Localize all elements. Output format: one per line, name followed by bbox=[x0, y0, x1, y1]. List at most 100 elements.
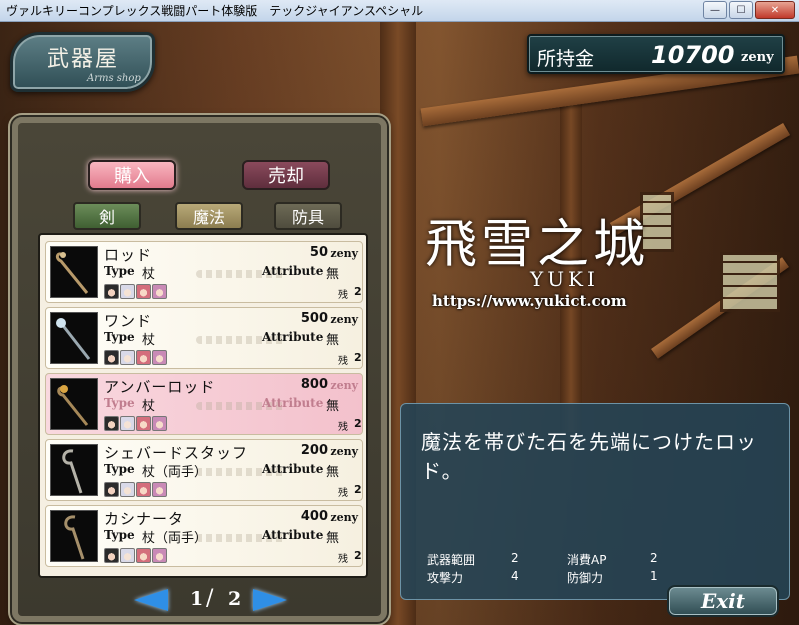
character-portrait-icon bbox=[152, 548, 167, 563]
item-list: ロッド 50 zeny Type 杖 Attribute 無 残 2 ワンド 5… bbox=[38, 233, 368, 578]
item-row[interactable]: カシナータ 400 zeny Type 杖（両手） Attribute 無 残 … bbox=[45, 505, 363, 567]
category-armor-tab[interactable]: 防具 bbox=[274, 202, 342, 230]
item-type-value: 杖 bbox=[142, 399, 156, 414]
watermark-yuki: YUKI bbox=[530, 267, 599, 291]
character-portrait-icon bbox=[136, 548, 151, 563]
money-unit: zeny bbox=[741, 50, 774, 65]
item-row[interactable]: ロッド 50 zeny Type 杖 Attribute 無 残 2 bbox=[45, 241, 363, 303]
equippable-characters bbox=[104, 416, 167, 431]
character-portrait-icon bbox=[152, 350, 167, 365]
character-portrait-icon bbox=[104, 416, 119, 431]
item-price-unit: zeny bbox=[330, 445, 358, 458]
game-scene: 武器屋 Arms shop 所持金 10700 zeny 購入 売却 剣 魔法 … bbox=[0, 22, 799, 625]
close-button[interactable]: ✕ bbox=[755, 1, 795, 19]
buy-tab[interactable]: 購入 bbox=[88, 160, 176, 190]
equippable-characters bbox=[104, 548, 167, 563]
item-attribute-value: 無 bbox=[326, 333, 340, 348]
character-portrait-icon bbox=[104, 284, 119, 299]
item-attribute-label: Attribute bbox=[262, 396, 324, 410]
equippable-characters bbox=[104, 482, 167, 497]
kashinata-staff-icon bbox=[50, 510, 98, 562]
item-type-label: Type bbox=[104, 528, 135, 542]
character-portrait-icon bbox=[152, 482, 167, 497]
item-row[interactable]: シェバードスタッフ 200 zeny Type 杖（両手） Attribute … bbox=[45, 439, 363, 501]
category-magic-tab[interactable]: 魔法 bbox=[175, 202, 243, 230]
next-page-arrow-icon[interactable] bbox=[253, 589, 287, 611]
stat-range-label: 武器範囲 bbox=[427, 553, 476, 567]
item-price-unit: zeny bbox=[330, 313, 358, 326]
item-name: カシナータ bbox=[104, 510, 185, 528]
window-controls: — ☐ ✕ bbox=[703, 1, 795, 19]
minimize-button[interactable]: — bbox=[703, 1, 727, 19]
item-description-text: 魔法を帯びた石を先端につけたロッド。 bbox=[421, 430, 757, 483]
item-type-label: Type bbox=[104, 264, 135, 278]
character-portrait-icon bbox=[136, 284, 151, 299]
stat-defense-label: 防御力 bbox=[567, 571, 604, 585]
window-titlebar: ヴァルキリーコンプレックス戦闘パート体験版 テックジャイアンスペシャル — ☐ … bbox=[0, 0, 799, 22]
item-price: 200 bbox=[300, 443, 328, 458]
item-stock-value: 2 bbox=[354, 351, 362, 364]
item-name: アンバーロッド bbox=[104, 378, 216, 396]
item-stock-label: 残 bbox=[338, 356, 348, 367]
item-attribute-value: 無 bbox=[326, 531, 340, 546]
item-stock-value: 2 bbox=[354, 483, 362, 496]
item-name: ワンド bbox=[104, 312, 153, 330]
item-attribute-label: Attribute bbox=[262, 330, 324, 344]
character-portrait-icon bbox=[104, 548, 119, 563]
shop-subtitle: Arms shop bbox=[87, 73, 141, 84]
window-title: ヴァルキリーコンプレックス戦闘パート体験版 テックジャイアンスペシャル bbox=[6, 4, 424, 18]
item-name: ロッド bbox=[104, 246, 153, 264]
item-type-value: 杖 bbox=[142, 333, 156, 348]
category-sword-tab[interactable]: 剣 bbox=[73, 202, 141, 230]
character-portrait-icon bbox=[136, 482, 151, 497]
background-window bbox=[720, 252, 780, 312]
item-attribute-label: Attribute bbox=[262, 528, 324, 542]
exit-button[interactable]: Exit bbox=[667, 585, 779, 617]
item-type-value: 杖（両手） bbox=[142, 465, 208, 480]
item-price: 50 bbox=[309, 245, 328, 260]
item-stock-label: 残 bbox=[338, 488, 348, 499]
item-price-unit: zeny bbox=[330, 247, 358, 260]
item-type-label: Type bbox=[104, 330, 135, 344]
character-portrait-icon bbox=[136, 416, 151, 431]
item-type-value: 杖 bbox=[142, 267, 156, 282]
item-type-label: Type bbox=[104, 462, 135, 476]
shop-sign: 武器屋 Arms shop bbox=[10, 32, 155, 92]
money-label: 所持金 bbox=[537, 48, 595, 70]
sell-tab[interactable]: 売却 bbox=[242, 160, 330, 190]
watermark-logo: 飛雪之城 bbox=[425, 215, 650, 275]
stat-ap-label: 消費AP bbox=[567, 553, 607, 567]
item-price-unit: zeny bbox=[330, 511, 358, 524]
previous-page-arrow-icon[interactable] bbox=[134, 589, 168, 611]
item-price: 400 bbox=[300, 509, 328, 524]
item-attribute-value: 無 bbox=[326, 399, 340, 414]
item-attribute-value: 無 bbox=[326, 465, 340, 480]
character-portrait-icon bbox=[104, 350, 119, 365]
character-portrait-icon bbox=[152, 284, 167, 299]
item-price-unit: zeny bbox=[330, 379, 358, 392]
shop-title: 武器屋 bbox=[47, 47, 120, 72]
character-portrait-icon bbox=[120, 350, 135, 365]
item-stock-label: 残 bbox=[338, 554, 348, 565]
character-portrait-icon bbox=[120, 416, 135, 431]
character-portrait-icon bbox=[120, 548, 135, 563]
item-row[interactable]: ワンド 500 zeny Type 杖 Attribute 無 残 2 bbox=[45, 307, 363, 369]
equippable-characters bbox=[104, 284, 167, 299]
item-type-label: Type bbox=[104, 396, 135, 410]
item-price: 800 bbox=[300, 377, 328, 392]
item-price: 500 bbox=[300, 311, 328, 326]
pager: 1 / 2 bbox=[128, 586, 288, 616]
item-row-selected[interactable]: アンバーロッド 800 zeny Type 杖 Attribute 無 残 2 bbox=[45, 373, 363, 435]
page-separator: / bbox=[206, 586, 214, 611]
character-portrait-icon bbox=[104, 482, 119, 497]
item-description-box: 魔法を帯びた石を先端につけたロッド。 武器範囲 2 消費AP 2 攻撃力 4 防… bbox=[400, 403, 790, 600]
rod-icon bbox=[50, 246, 98, 298]
maximize-button[interactable]: ☐ bbox=[729, 1, 753, 19]
character-portrait-icon bbox=[152, 416, 167, 431]
stat-attack-value: 4 bbox=[511, 569, 519, 583]
item-stock-value: 2 bbox=[354, 549, 362, 562]
item-stock-label: 残 bbox=[338, 290, 348, 301]
page-total: 2 bbox=[228, 588, 242, 610]
item-stock-value: 2 bbox=[354, 285, 362, 298]
wand-icon bbox=[50, 312, 98, 364]
